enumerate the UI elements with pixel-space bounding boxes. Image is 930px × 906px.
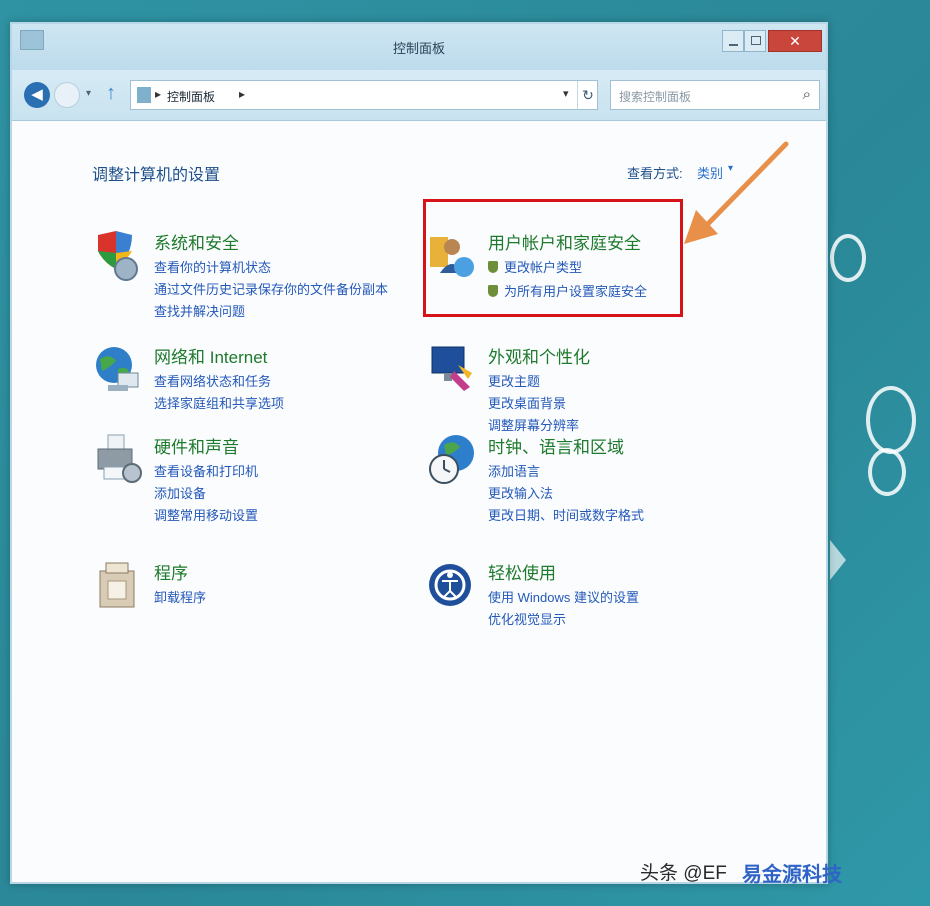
close-button[interactable]: ✕ — [768, 30, 822, 52]
category-title[interactable]: 网络和 Internet — [154, 343, 267, 368]
search-icon[interactable]: ⌕ — [803, 86, 811, 103]
category-title[interactable]: 硬件和声音 — [154, 433, 239, 458]
category-link[interactable]: 查找并解决问题 — [154, 301, 245, 320]
category-title[interactable]: 外观和个性化 — [488, 343, 590, 368]
category-title[interactable]: 时钟、语言和区域 — [488, 433, 624, 458]
desktop-decor-ring-lower — [868, 448, 906, 496]
ease-of-access-icon — [429, 564, 471, 606]
globe-network-icon — [96, 347, 139, 391]
address-bar: ◀ ▾ ↑ ▸ 控制面板 ▸ ▾ ↻ 搜索控制面板 ⌕ — [12, 70, 826, 121]
category-link[interactable]: 调整屏幕分辨率 — [488, 415, 579, 434]
forward-button[interactable] — [54, 82, 80, 108]
category-link[interactable]: 查看网络状态和任务 — [154, 371, 271, 390]
breadcrumb[interactable]: ▸ 控制面板 ▸ ▾ ↻ — [130, 80, 598, 110]
watermark-text: 头条 @EF — [640, 863, 727, 884]
minimize-button[interactable] — [722, 30, 744, 52]
page-title: 调整计算机的设置 — [92, 167, 221, 184]
title-bar: 控制面板 ✕ — [12, 24, 826, 70]
category-link[interactable]: 查看设备和打印机 — [154, 461, 258, 480]
clock-globe-icon — [429, 435, 474, 484]
annotation-highlight-box — [423, 199, 683, 317]
category-link[interactable]: 优化视觉显示 — [488, 609, 566, 628]
programs-box-icon — [99, 562, 135, 608]
refresh-icon[interactable]: ↻ — [577, 81, 598, 109]
category-link[interactable]: 卸载程序 — [154, 587, 206, 606]
category-link[interactable]: 查看你的计算机状态 — [154, 257, 271, 276]
maximize-button[interactable] — [744, 30, 766, 52]
category-link[interactable]: 使用 Windows 建议的设置 — [488, 587, 639, 606]
breadcrumb-separator-icon[interactable]: ▸ — [155, 87, 161, 101]
watermark-logo: 易金源科技 — [742, 864, 842, 886]
annotation-arrow-icon — [684, 141, 789, 244]
desktop-decor-ring-small — [830, 234, 866, 282]
view-by-label: 查看方式: — [627, 166, 683, 181]
breadcrumb-control-panel[interactable]: 控制面板 — [167, 88, 215, 105]
back-button[interactable]: ◀ — [24, 82, 50, 108]
desktop-decor-triangle — [830, 540, 846, 580]
category-link[interactable]: 更改日期、时间或数字格式 — [488, 505, 644, 524]
category-link[interactable]: 通过文件历史记录保存你的文件备份副本 — [154, 279, 388, 298]
folder-icon — [137, 87, 151, 103]
search-placeholder: 搜索控制面板 — [619, 90, 692, 104]
category-link[interactable]: 更改主题 — [488, 371, 540, 390]
desktop-decor-ring-large — [866, 386, 916, 454]
category-link[interactable]: 更改桌面背景 — [488, 393, 566, 412]
category-link[interactable]: 添加语言 — [488, 461, 540, 480]
category-title[interactable]: 系统和安全 — [154, 229, 239, 254]
monitor-paint-icon — [431, 346, 472, 391]
category-link[interactable]: 选择家庭组和共享选项 — [154, 393, 284, 412]
category-link[interactable]: 调整常用移动设置 — [154, 505, 258, 524]
window-title: 控制面板 — [392, 41, 445, 56]
breadcrumb-separator-icon[interactable]: ▸ — [239, 87, 245, 101]
recent-pages-dropdown[interactable]: ▾ — [86, 88, 91, 99]
path-dropdown-icon[interactable]: ▾ — [563, 87, 569, 100]
search-input[interactable]: 搜索控制面板 ⌕ — [610, 80, 820, 110]
category-link[interactable]: 更改输入法 — [488, 483, 553, 502]
printer-icon — [97, 434, 142, 483]
shield-icon — [98, 231, 138, 281]
up-arrow-icon[interactable]: ↑ — [106, 82, 116, 105]
category-title[interactable]: 程序 — [154, 559, 188, 584]
category-link[interactable]: 添加设备 — [154, 483, 206, 502]
category-title[interactable]: 轻松使用 — [488, 559, 556, 584]
